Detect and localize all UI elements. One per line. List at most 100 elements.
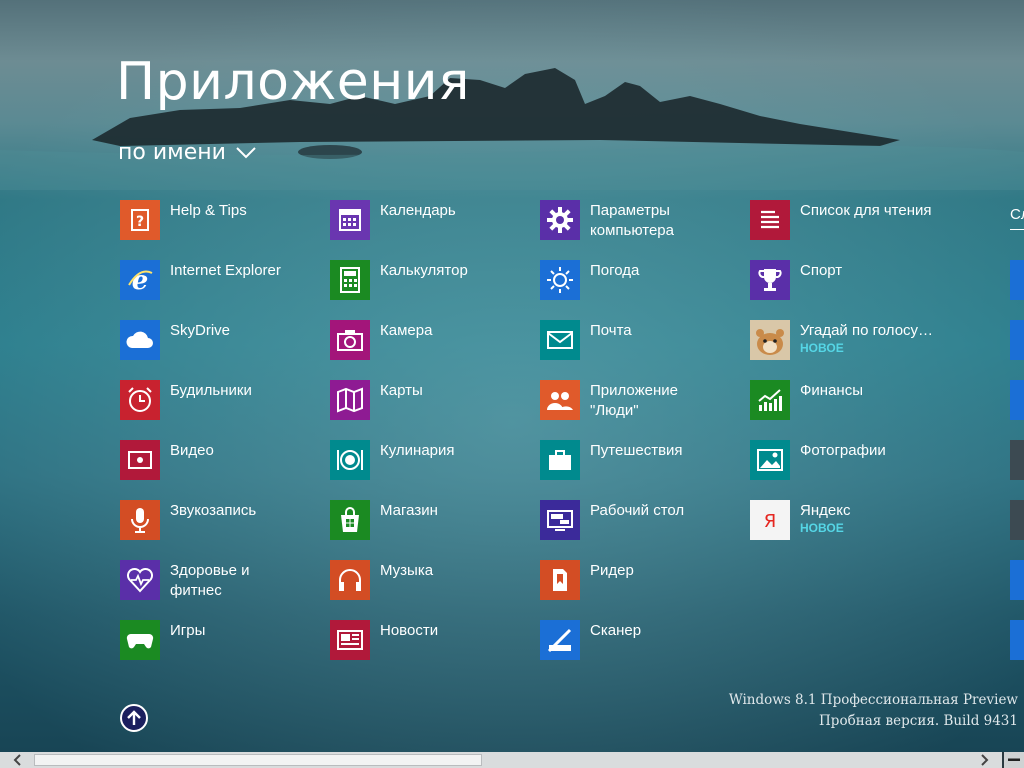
reader-icon <box>540 560 580 600</box>
app-name: Здоровье и фитнес <box>170 562 250 599</box>
mail-icon <box>540 320 580 360</box>
app-tile[interactable]: Кулинария <box>330 440 530 484</box>
app-name: Почта <box>590 322 632 339</box>
svg-text:?: ? <box>136 214 144 230</box>
app-tile[interactable]: Приложение "Люди" <box>540 380 740 424</box>
app-name: Игры <box>170 622 206 639</box>
chevron-right-icon <box>981 754 989 766</box>
suitcase-icon <box>540 440 580 480</box>
app-name: Internet Explorer <box>170 262 281 279</box>
sun-icon <box>540 260 580 300</box>
hamster-icon <box>750 320 790 360</box>
arrow-up-icon <box>127 710 141 725</box>
app-tile[interactable]: Календарь <box>330 200 530 244</box>
app-name: Приложение "Люди" <box>590 382 678 419</box>
microphone-icon <box>120 500 160 540</box>
next-group-tile[interactable] <box>1010 500 1024 540</box>
scroll-right-button[interactable] <box>968 752 1002 768</box>
new-badge: НОВОЕ <box>800 521 844 535</box>
app-name: Магазин <box>380 502 438 519</box>
sort-dropdown[interactable]: по имени <box>118 140 256 165</box>
app-name: Будильники <box>170 382 252 399</box>
next-group-tile[interactable] <box>1010 440 1024 480</box>
newspaper-icon <box>330 620 370 660</box>
next-group-tile[interactable] <box>1010 620 1024 660</box>
app-name: Новости <box>380 622 439 639</box>
watermark-line: Windows 8.1 Профессиональная Preview <box>728 692 1018 708</box>
desktop-icon <box>540 500 580 540</box>
next-group-header[interactable]: Сл <box>1010 206 1024 230</box>
calendar-icon <box>330 200 370 240</box>
calculator-icon <box>330 260 370 300</box>
zoom-out-button[interactable] <box>1004 752 1024 768</box>
scroll-left-button[interactable] <box>0 752 34 768</box>
next-group-tile[interactable] <box>1010 260 1024 300</box>
app-name: Параметры компьютера <box>590 202 674 239</box>
app-tile[interactable]: Новости <box>330 620 530 664</box>
back-to-start-button[interactable] <box>120 704 148 732</box>
scanner-icon <box>540 620 580 660</box>
app-tile[interactable]: Карты <box>330 380 530 424</box>
app-tile[interactable]: Рабочий стол <box>540 500 740 544</box>
app-tile[interactable]: Камера <box>330 320 530 364</box>
app-tile[interactable]: Сканер <box>540 620 740 664</box>
plate-icon <box>330 440 370 480</box>
photo-icon <box>750 440 790 480</box>
app-tile[interactable]: Фотографии <box>750 440 950 484</box>
next-group-tile[interactable] <box>1010 560 1024 600</box>
finance-chart-icon <box>750 380 790 420</box>
next-group-tile[interactable] <box>1010 380 1024 420</box>
app-name: Калькулятор <box>380 262 468 279</box>
heart-pulse-icon <box>120 560 160 600</box>
minus-icon <box>1008 758 1020 761</box>
app-tile[interactable]: Звукозапись <box>120 500 320 544</box>
ie-icon: e <box>120 260 160 300</box>
app-tile[interactable]: Здоровье и фитнес <box>120 560 320 604</box>
alarm-clock-icon <box>120 380 160 420</box>
app-tile[interactable]: Угадай по голосу… НОВОЕ <box>750 320 950 364</box>
question-icon: ? <box>120 200 160 240</box>
app-tile[interactable]: Путешествия <box>540 440 740 484</box>
cloud-icon <box>120 320 160 360</box>
app-tile[interactable]: ? Help & Tips <box>120 200 320 244</box>
horizontal-scrollbar[interactable] <box>0 752 1024 768</box>
app-tile[interactable]: Видео <box>120 440 320 484</box>
app-tile[interactable]: Я Яндекс НОВОЕ <box>750 500 950 544</box>
app-tile[interactable]: Финансы <box>750 380 950 424</box>
app-name: Рабочий стол <box>590 502 685 519</box>
app-tile[interactable]: Калькулятор <box>330 260 530 304</box>
app-name: Help & Tips <box>170 202 247 219</box>
app-name: Финансы <box>800 382 863 399</box>
app-name: Яндекс <box>800 502 851 519</box>
app-name: Календарь <box>380 202 456 219</box>
app-tile[interactable]: Параметры компьютера <box>540 200 740 244</box>
app-tile[interactable]: SkyDrive <box>120 320 320 364</box>
svg-text:Я: Я <box>764 511 777 532</box>
windows-watermark: Windows 8.1 Профессиональная Preview Про… <box>729 690 1018 732</box>
app-tile[interactable]: Спорт <box>750 260 950 304</box>
chevron-left-icon <box>13 754 21 766</box>
trophy-icon <box>750 260 790 300</box>
app-tile[interactable]: Музыка <box>330 560 530 604</box>
sort-label: по имени <box>118 140 226 165</box>
svg-text:e: e <box>132 266 149 295</box>
gear-icon <box>540 200 580 240</box>
reading-list-icon <box>750 200 790 240</box>
app-tile[interactable]: Игры <box>120 620 320 664</box>
app-tile[interactable]: Список для чтения <box>750 200 950 244</box>
scrollbar-thumb[interactable] <box>34 754 482 766</box>
app-tile[interactable]: Погода <box>540 260 740 304</box>
app-tile[interactable]: Магазин <box>330 500 530 544</box>
app-name: Угадай по голосу… <box>800 322 934 339</box>
app-tile[interactable]: Ридер <box>540 560 740 604</box>
app-tile[interactable]: Будильники <box>120 380 320 424</box>
map-icon <box>330 380 370 420</box>
camera-icon <box>330 320 370 360</box>
app-name: Спорт <box>800 262 843 279</box>
watermark-line: Пробная версия. Build 9431 <box>819 713 1018 729</box>
app-tile[interactable]: Почта <box>540 320 740 364</box>
app-name: Сканер <box>590 622 642 639</box>
people-icon <box>540 380 580 420</box>
next-group-tile[interactable] <box>1010 320 1024 360</box>
app-tile[interactable]: e Internet Explorer <box>120 260 320 304</box>
